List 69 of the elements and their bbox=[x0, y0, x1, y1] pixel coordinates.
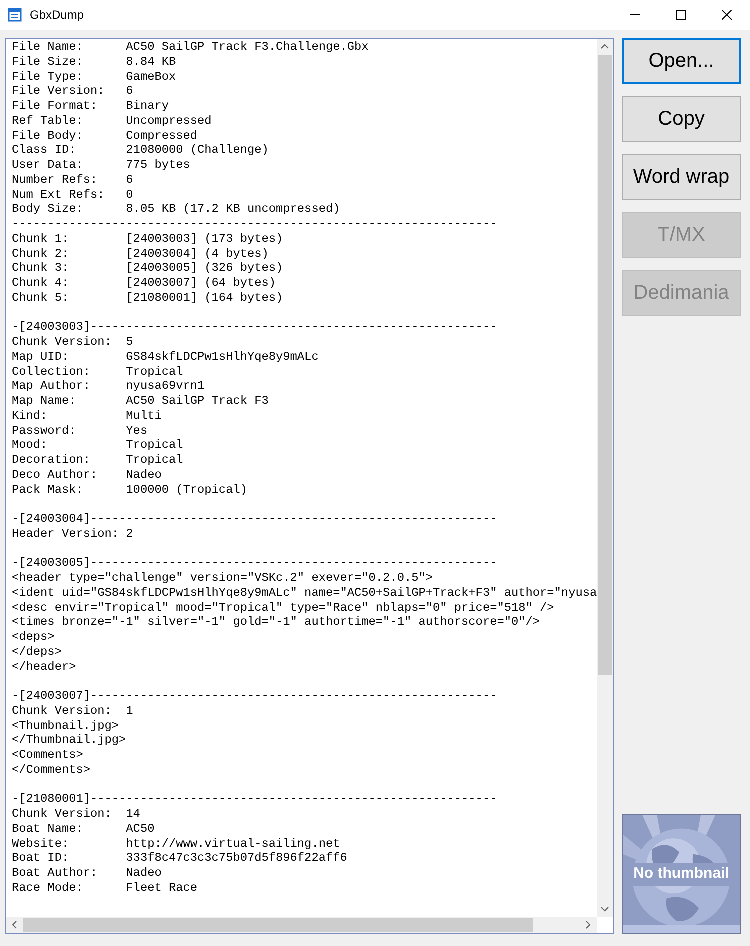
text-line: Class ID: 21080000 (Challenge) bbox=[12, 143, 270, 158]
text-line: Kind: Multi bbox=[12, 408, 163, 424]
scroll-down-icon bbox=[601, 907, 609, 912]
scroll-up-icon bbox=[601, 44, 609, 49]
action-button[interactable]: Open... bbox=[622, 38, 741, 84]
text-line: Map Name: AC50 SailGP Track F3 bbox=[12, 394, 270, 409]
text-line: Race Mode: Fleet Race bbox=[12, 880, 199, 896]
text-line: <Thumbnail.jpg> bbox=[12, 718, 120, 734]
text-line: File Name: AC50 SailGP Track F3.Challenge.Gbx bbox=[12, 40, 370, 55]
text-line: Boat Author: Nadeo bbox=[12, 866, 163, 881]
section-divider: -[24003007]--------------------------------------------------------- bbox=[12, 689, 498, 704]
text-line: </header> bbox=[12, 660, 78, 674]
text-line: <times bronze="-1" silver="-1" gold="-1" authortime="-1" authorscore="0"/> bbox=[12, 615, 542, 630]
text-line: Chunk Version: 5 bbox=[12, 335, 134, 350]
text-line: <deps> bbox=[12, 630, 56, 645]
text-line: User Data: 775 bytes bbox=[12, 158, 192, 173]
scrollbar-thumb[interactable] bbox=[23, 918, 533, 932]
section-divider: -------------------------------------------------------------------- bbox=[12, 217, 498, 232]
text-line: <Comments> bbox=[12, 748, 84, 763]
text-line: Website: http://www.virtual-sailing.net bbox=[12, 836, 342, 852]
text-line: Chunk Version: 14 bbox=[12, 807, 142, 822]
text-line: File Body: Compressed bbox=[12, 128, 199, 144]
text-line: File Type: GameBox bbox=[12, 70, 178, 84]
close-icon bbox=[722, 10, 732, 20]
text-line: Decoration: Tropical bbox=[12, 453, 184, 468]
text-line: Number Refs: 6 bbox=[12, 172, 134, 188]
section-divider: -[21080001]--------------------------------------------------------- bbox=[12, 792, 498, 807]
text-line: File Size: 8.84 KB bbox=[12, 54, 178, 70]
window-title: GbxDump bbox=[30, 7, 84, 24]
text-line: Chunk 5: [21080001] (164 bytes) bbox=[12, 290, 284, 306]
text-line: Boat Name: AC50 bbox=[12, 822, 156, 836]
text-line: Deco Author: Nadeo bbox=[12, 468, 163, 482]
text-line: Num Ext Refs: 0 bbox=[12, 188, 134, 202]
action-button[interactable]: Copy bbox=[622, 96, 741, 142]
scroll-right-icon bbox=[586, 921, 591, 929]
text-line: File Format: Binary bbox=[12, 99, 170, 114]
vertical-scrollbar[interactable] bbox=[597, 39, 613, 917]
text-line: Pack Mask: 100000 (Tropical) bbox=[12, 482, 248, 498]
text-line: Collection: Tropical bbox=[12, 364, 184, 380]
text-line: <desc envir="Tropical" mood="Tropical" type="Race" nblaps="0" price="518" /> bbox=[12, 600, 556, 616]
text-line: Boat ID: 333f8c47c3c3c75b07d5f896f22aff6 bbox=[12, 851, 348, 866]
text-line: Chunk Version: 1 bbox=[12, 704, 134, 718]
text-line: Chunk 4: [24003007] (64 bytes) bbox=[12, 276, 278, 291]
text-line: Body Size: 8.05 KB (17.2 KB uncompressed) bbox=[12, 202, 342, 217]
text-line: Map UID: GS84skfLDCPw1sHlhYqe8y9mALc bbox=[12, 350, 320, 364]
text-line: </Thumbnail.jpg> bbox=[12, 733, 128, 748]
text-line: <header type="challenge" version="VSKc.2" exever="0.2.0.5"> bbox=[12, 571, 434, 586]
text-line: Mood: Tropical bbox=[12, 438, 184, 453]
text-line: Chunk 1: [24003003] (173 bytes) bbox=[12, 232, 284, 246]
text-line: </Comments> bbox=[12, 762, 92, 778]
text-line: File Version: 6 bbox=[12, 84, 134, 99]
text-line: Password: Yes bbox=[12, 424, 149, 438]
text-line: Ref Table: Uncompressed bbox=[12, 114, 213, 128]
horizontal-scrollbar[interactable] bbox=[6, 917, 597, 933]
scroll-left-icon bbox=[12, 921, 17, 929]
scrollbar-thumb[interactable] bbox=[598, 55, 612, 675]
section-divider: -[24003003]--------------------------------------------------------- bbox=[12, 320, 498, 335]
text-line: Header Version: 2 bbox=[12, 526, 134, 542]
app-icon bbox=[8, 8, 22, 22]
text-line: Chunk 3: [24003005] (326 bytes) bbox=[12, 261, 284, 276]
maximize-icon bbox=[676, 10, 686, 20]
section-divider: -[24003004]--------------------------------------------------------- bbox=[12, 512, 498, 527]
action-button[interactable]: Word wrap bbox=[622, 154, 741, 200]
text-line: </deps> bbox=[12, 644, 63, 660]
text-line: Map Author: nyusa69vrn1 bbox=[12, 379, 206, 394]
text-line: Chunk 2: [24003004] (4 bytes) bbox=[12, 246, 270, 262]
text-view[interactable] bbox=[5, 38, 614, 934]
section-divider: -[24003005]--------------------------------------------------------- bbox=[12, 556, 498, 571]
text-line: <ident uid="GS84skfLDCPw1sHlhYqe8y9mALc" name="AC50+SailGP+Track+F3" author="nyusa bbox=[12, 586, 597, 600]
